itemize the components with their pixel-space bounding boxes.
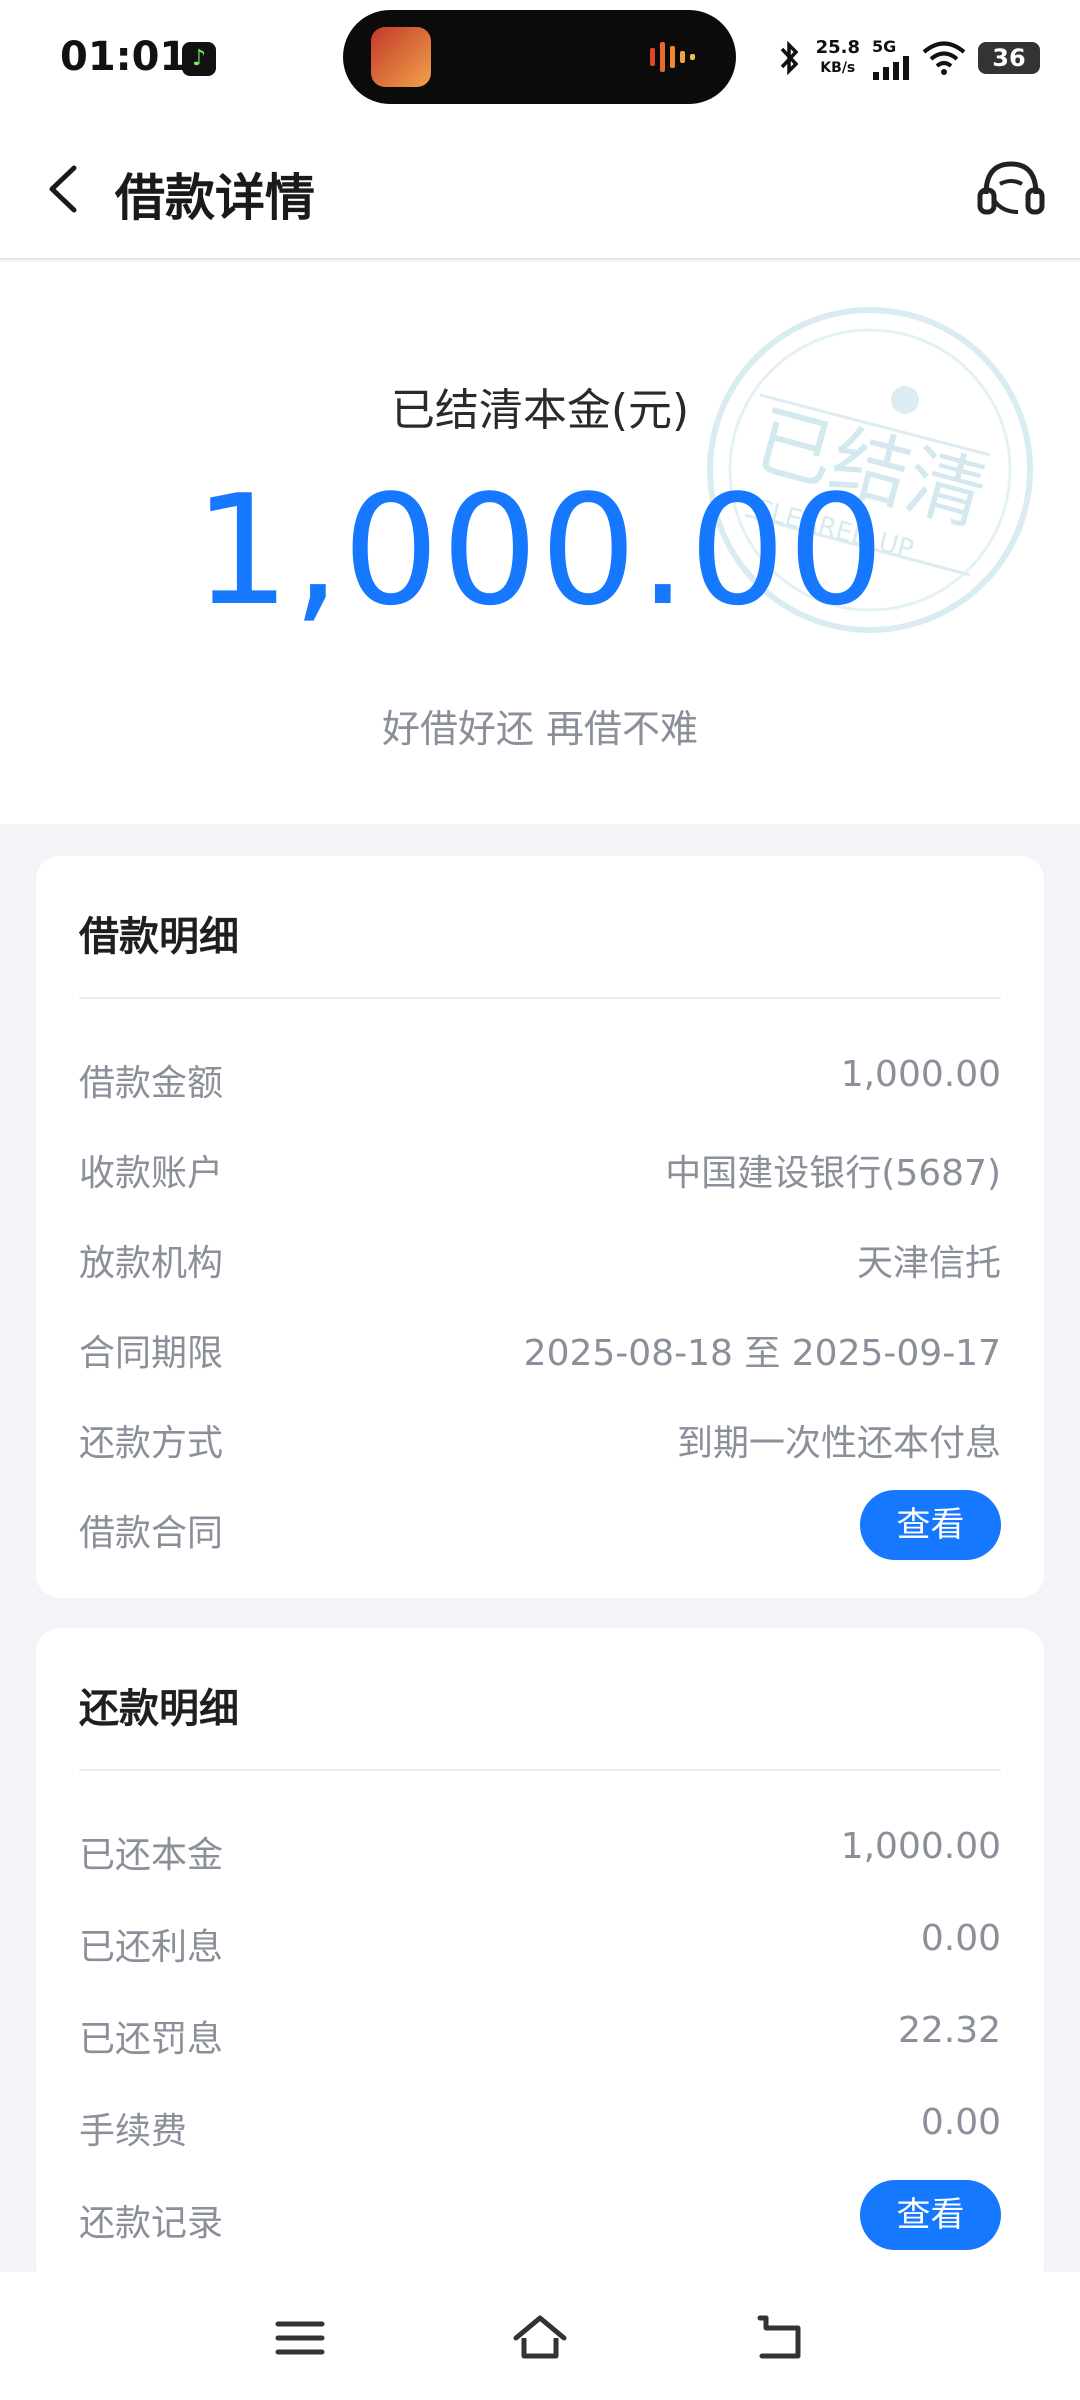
settled-principal-amount: 1,000.00 bbox=[193, 462, 887, 639]
cell-signal: 5G bbox=[872, 37, 910, 80]
repaid-principal-row: 已还本金 1,000.00 bbox=[79, 1816, 1001, 1876]
repayment-details-title: 还款明细 bbox=[79, 1686, 239, 1732]
row-label: 已还利息 bbox=[79, 1927, 224, 1968]
audio-wave-icon bbox=[650, 42, 695, 72]
row-value: 0.00 bbox=[920, 1918, 1001, 1959]
row-value: 2025-08-18 至 2025-09-17 bbox=[523, 1333, 1001, 1374]
row-label: 合同期限 bbox=[79, 1333, 224, 1374]
network-type: 5G bbox=[872, 36, 897, 56]
island-app-icon bbox=[371, 27, 431, 87]
row-value: 到期一次性还本付息 bbox=[676, 1423, 1001, 1464]
bluetooth-icon bbox=[780, 40, 799, 76]
settled-summary: 已结清 CLEARED UP 已结清本金(元) 1,000.00 好借好还 再借… bbox=[0, 262, 1080, 824]
row-label: 借款合同 bbox=[79, 1513, 224, 1554]
row-value: 22.32 bbox=[897, 2010, 1001, 2051]
row-value: 1,000.00 bbox=[840, 1054, 1001, 1095]
repayment-record-row: 还款记录 查看 bbox=[79, 2180, 1001, 2250]
header-bar: 借款详情 bbox=[0, 118, 1080, 260]
view-contract-button[interactable]: 查看 bbox=[860, 1490, 1001, 1560]
lender-row: 放款机构 天津信托 bbox=[79, 1224, 1001, 1284]
loan-details-card: 借款明细 借款金额 1,000.00 收款账户 中国建设银行(5687) 放款机… bbox=[36, 856, 1044, 1598]
dynamic-island[interactable] bbox=[343, 10, 736, 104]
home-icon[interactable] bbox=[510, 2308, 570, 2368]
page-title: 借款详情 bbox=[115, 169, 315, 227]
slogan: 好借好还 再借不难 bbox=[381, 707, 699, 751]
system-navigation-bar bbox=[0, 2272, 1080, 2400]
status-time: 01:01 bbox=[60, 34, 188, 80]
row-value: 中国建设银行(5687) bbox=[665, 1153, 1001, 1194]
repaid-interest-row: 已还利息 0.00 bbox=[79, 1908, 1001, 1968]
music-app-icon: ♪ bbox=[182, 42, 216, 76]
status-bar: 01:01 ♪ 25.8 KB/s 5G 36 bbox=[0, 0, 1080, 118]
repaid-penalty-row: 已还罚息 22.32 bbox=[79, 2000, 1001, 2060]
row-value: 天津信托 bbox=[856, 1243, 1001, 1284]
receiving-account-row: 收款账户 中国建设银行(5687) bbox=[79, 1134, 1001, 1194]
fee-row: 手续费 0.00 bbox=[79, 2092, 1001, 2152]
row-label: 还款方式 bbox=[79, 1423, 224, 1464]
settled-principal-label: 已结清本金(元) bbox=[390, 385, 690, 436]
back-button[interactable] bbox=[30, 154, 100, 224]
loan-amount-row: 借款金额 1,000.00 bbox=[79, 1044, 1001, 1104]
battery-indicator: 36 bbox=[978, 42, 1040, 74]
loan-details-title: 借款明细 bbox=[79, 914, 239, 960]
row-label: 借款金额 bbox=[79, 1063, 224, 1104]
row-label: 收款账户 bbox=[79, 1153, 224, 1194]
row-value: 0.00 bbox=[920, 2102, 1001, 2143]
wifi-icon bbox=[922, 41, 966, 75]
row-label: 放款机构 bbox=[79, 1243, 224, 1284]
row-label: 已还本金 bbox=[79, 1835, 224, 1876]
status-icons: 25.8 KB/s 5G 36 bbox=[776, 28, 1040, 88]
divider bbox=[79, 1769, 1001, 1771]
net-speed-unit: KB/s bbox=[820, 60, 856, 76]
customer-service-headset-icon[interactable] bbox=[972, 150, 1050, 228]
contract-term-row: 合同期限 2025-08-18 至 2025-09-17 bbox=[79, 1314, 1001, 1374]
row-label: 已还罚息 bbox=[79, 2019, 224, 2060]
row-label: 还款记录 bbox=[79, 2203, 224, 2244]
divider bbox=[79, 997, 1001, 999]
repayment-method-row: 还款方式 到期一次性还本付息 bbox=[79, 1404, 1001, 1464]
signal-icon bbox=[873, 55, 909, 80]
loan-contract-row: 借款合同 查看 bbox=[79, 1490, 1001, 1560]
repayment-details-card: 还款明细 已还本金 1,000.00 已还利息 0.00 已还罚息 22.32 … bbox=[36, 1628, 1044, 2288]
menu-icon[interactable] bbox=[270, 2308, 330, 2368]
row-label: 手续费 bbox=[79, 2111, 188, 2152]
row-value: 1,000.00 bbox=[840, 1826, 1001, 1867]
back-icon[interactable] bbox=[752, 2308, 812, 2368]
view-repayment-record-button[interactable]: 查看 bbox=[860, 2180, 1001, 2250]
net-speed: 25.8 KB/s bbox=[816, 38, 860, 78]
net-speed-value: 25.8 bbox=[815, 37, 860, 58]
